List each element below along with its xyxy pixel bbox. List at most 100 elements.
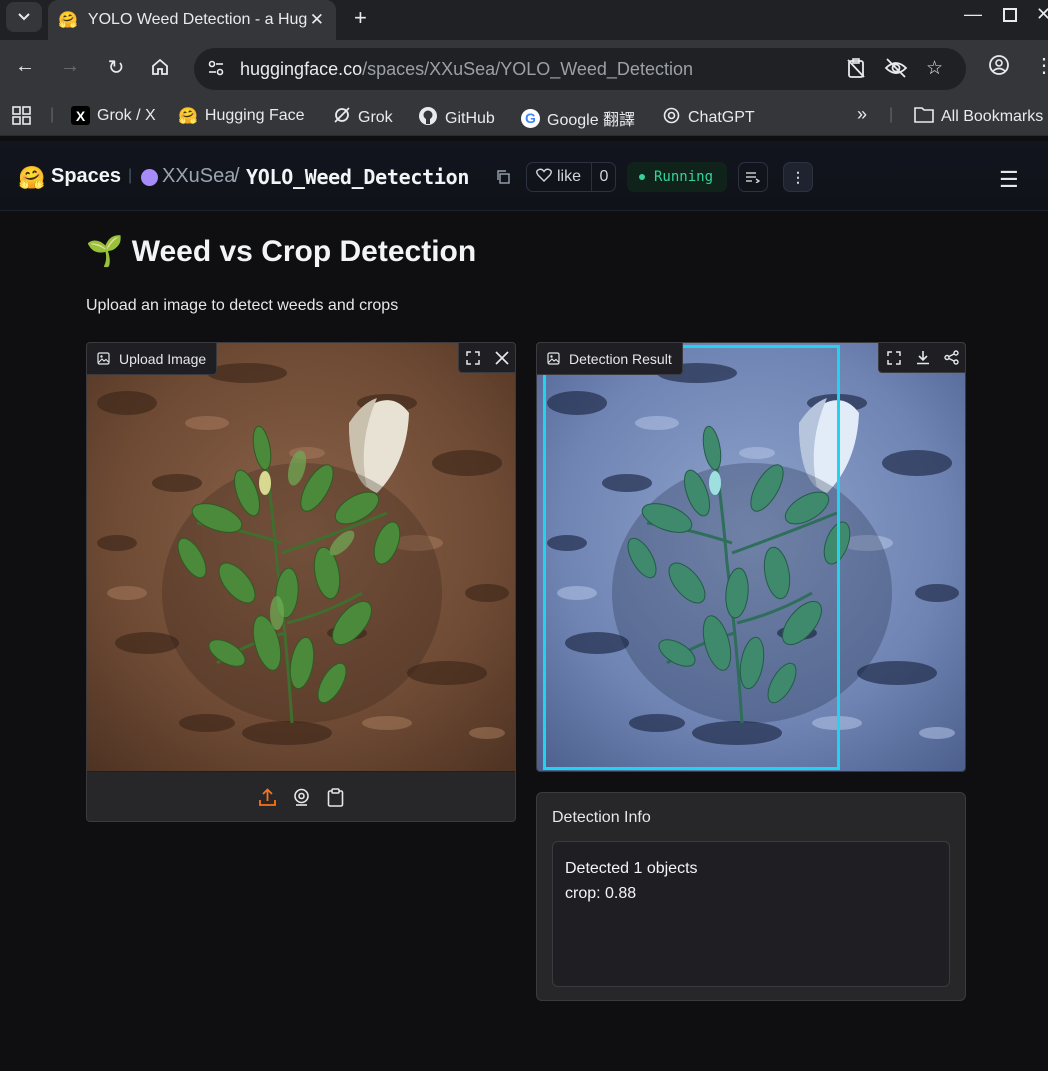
space-repo-link[interactable]: YOLO_Weed_Detection <box>246 165 469 189</box>
hugging-face-icon: 🤗 <box>178 108 198 125</box>
bookmark-label: ChatGPT <box>688 109 755 126</box>
like-count: 0 <box>591 163 616 191</box>
bookmark-label: All Bookmarks <box>941 108 1044 125</box>
page-description: Upload an image to detect weeds and crop… <box>86 297 399 314</box>
maximize-button[interactable] <box>1003 4 1017 27</box>
google-icon: G <box>521 108 540 128</box>
bookmarks-divider: | <box>889 106 894 123</box>
apps-grid-icon[interactable] <box>12 106 31 125</box>
site-info-icon[interactable] <box>206 58 226 78</box>
browser-tab-active[interactable]: 🤗 YOLO Weed Detection - a Hugging Face S… <box>48 0 336 40</box>
detection-count-line: Detected 1 objects <box>565 860 698 877</box>
heart-icon <box>536 168 552 187</box>
hamburger-menu-icon[interactable]: ☰ <box>999 167 1019 193</box>
bookmark-grok-x[interactable]: X Grok / X <box>71 106 156 125</box>
upload-image-label: Upload Image <box>87 343 218 375</box>
bookmark-label: GitHub <box>445 109 495 127</box>
detection-info-panel: Detection Info Detected 1 objects crop: … <box>536 792 966 1001</box>
tab-search-button[interactable] <box>6 2 42 32</box>
grok-icon <box>333 106 351 129</box>
logs-button[interactable] <box>738 162 768 192</box>
more-bookmarks-button[interactable]: » <box>857 104 867 125</box>
bookmark-label: Grok / X <box>97 106 156 124</box>
upload-image-label-text: Upload Image <box>119 350 207 367</box>
bookmark-label: Hugging Face <box>204 107 305 124</box>
clipboard-blocked-icon[interactable] <box>846 57 866 85</box>
image-icon <box>97 352 110 365</box>
status-dot-icon <box>639 174 645 180</box>
result-controls <box>878 343 965 373</box>
header-divider: | <box>128 167 133 184</box>
owner-avatar <box>141 169 158 186</box>
upload-image-panel[interactable]: Upload Image <box>86 342 516 822</box>
new-tab-button[interactable]: + <box>354 5 367 31</box>
reload-icon[interactable]: ↻ <box>104 55 128 80</box>
forward-arrow-icon[interactable]: → <box>58 55 82 78</box>
logs-icon <box>746 172 760 183</box>
bookmarks-divider: | <box>50 106 55 123</box>
upload-source-bar <box>87 772 515 821</box>
url-text: huggingface.co/spaces/XXuSea/YOLO_Weed_D… <box>240 59 693 79</box>
upload-icon[interactable] <box>257 787 279 807</box>
bookmark-label: Google 翻譯 <box>547 112 636 129</box>
browser-menu-icon[interactable]: ⋮ <box>1032 53 1048 78</box>
browser-tabstrip: 🤗 YOLO Weed Detection - a Hugging Face S… <box>0 0 1048 40</box>
status-badge[interactable]: Running <box>627 162 727 192</box>
profile-icon[interactable] <box>987 54 1011 82</box>
chevron-down-icon <box>18 13 30 21</box>
spaces-header: 🤗 Spaces | XXuSea / YOLO_Weed_Detection <box>0 141 1048 211</box>
more-vertical-icon: ⋮ <box>791 168 805 185</box>
crop-bounding-box <box>543 345 840 770</box>
folder-icon <box>914 106 934 128</box>
copy-icon[interactable] <box>496 170 510 189</box>
tab-close-icon[interactable]: ✕ <box>310 10 324 30</box>
maximize-icon <box>1003 8 1017 22</box>
bookmark-grok[interactable]: Grok <box>333 106 393 129</box>
status-text: Running <box>654 169 714 185</box>
bookmark-hugging-face[interactable]: 🤗 Hugging Face <box>178 106 305 126</box>
hugging-face-favicon-icon: 🤗 <box>58 12 78 29</box>
webcam-icon[interactable] <box>291 788 313 807</box>
bookmark-label: Grok <box>358 108 393 126</box>
detection-result-label-text: Detection Result <box>569 350 672 367</box>
space-owner-link[interactable]: XXuSea <box>162 165 235 188</box>
share-icon[interactable] <box>937 350 965 365</box>
bookmark-github[interactable]: GitHub <box>418 106 495 131</box>
hugging-face-logo-icon[interactable]: 🤗 <box>18 165 45 191</box>
fullscreen-icon[interactable] <box>879 350 908 365</box>
fullscreen-icon[interactable] <box>459 350 488 365</box>
clipboard-paste-icon[interactable] <box>325 787 347 807</box>
github-icon <box>418 106 438 131</box>
detection-result-panel[interactable]: Detection Result <box>536 342 966 772</box>
path-separator: / <box>234 165 240 187</box>
spaces-link[interactable]: Spaces <box>51 165 121 188</box>
tab-title: YOLO Weed Detection - a Hugging Face Spa… <box>87 11 308 28</box>
bookmarks-bar: | X Grok / X 🤗 Hugging Face Grok GitHub … <box>0 98 1048 136</box>
browser-toolbar: ← → ↻ huggingface.co/spaces/XXuSea/YOLO_… <box>0 40 1048 98</box>
close-window-button[interactable]: ✕ <box>1036 4 1048 25</box>
like-label: like <box>557 168 582 185</box>
clear-image-close-icon[interactable] <box>488 350 516 365</box>
address-bar[interactable]: huggingface.co/spaces/XXuSea/YOLO_Weed_D… <box>194 48 966 90</box>
image-icon <box>547 352 560 365</box>
bookmark-chatgpt[interactable]: ChatGPT <box>662 106 755 130</box>
back-arrow-icon[interactable]: ← <box>13 55 37 78</box>
all-bookmarks-button[interactable]: All Bookmarks <box>914 106 1043 128</box>
detection-result-label: Detection Result <box>537 343 683 375</box>
minimize-button[interactable]: — <box>964 4 982 25</box>
like-button[interactable]: like 0 <box>526 162 616 192</box>
openai-icon <box>662 106 681 130</box>
detection-info-label: Detection Info <box>552 809 651 826</box>
bookmark-google-translate[interactable]: G Google 翻譯 <box>521 106 635 130</box>
eye-off-icon[interactable] <box>884 57 908 85</box>
page-title: 🌱 Weed vs Crop Detection <box>86 235 477 268</box>
upload-image-controls <box>458 343 516 373</box>
bookmark-star-icon[interactable]: ☆ <box>926 57 943 80</box>
x-logo-icon: X <box>71 106 90 125</box>
download-icon[interactable] <box>908 350 937 365</box>
detection-info-textbox[interactable]: Detected 1 objects crop: 0.88 <box>552 841 950 987</box>
more-options-button[interactable]: ⋮ <box>783 162 813 192</box>
detection-class-line: crop: 0.88 <box>565 885 637 902</box>
uploaded-plant-image <box>87 343 515 771</box>
home-icon[interactable] <box>148 55 172 83</box>
